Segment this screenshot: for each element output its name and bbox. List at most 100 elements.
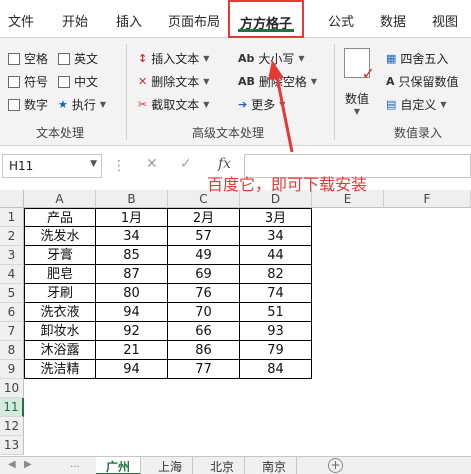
table-cell[interactable]: 洗洁精 — [24, 360, 96, 379]
column-header-f[interactable]: F — [384, 190, 471, 208]
custom-button[interactable]: ▤ 自定义 ▼ — [386, 96, 447, 113]
confirm-icon[interactable]: ✓ — [180, 156, 192, 172]
row-header-4[interactable]: 4 — [0, 265, 24, 284]
row-header-6[interactable]: 6 — [0, 303, 24, 322]
table-cell[interactable]: 34 — [240, 227, 312, 246]
table-cell[interactable]: 51 — [240, 303, 312, 322]
row-header-7[interactable]: 7 — [0, 322, 24, 341]
keep-value-icon: A — [386, 74, 395, 88]
checkbox-english[interactable]: 英文 — [58, 50, 98, 67]
table-cell[interactable]: 34 — [96, 227, 168, 246]
table-header-cell[interactable]: 2月 — [168, 208, 240, 227]
table-cell[interactable]: 92 — [96, 322, 168, 341]
tab-insert[interactable]: 插入 — [116, 11, 142, 30]
tab-data[interactable]: 数据 — [380, 11, 406, 30]
table-cell[interactable]: 77 — [168, 360, 240, 379]
table-cell[interactable]: 86 — [168, 341, 240, 360]
table-cell[interactable]: 洗衣液 — [24, 303, 96, 322]
table-cell[interactable]: 57 — [168, 227, 240, 246]
checkbox-icon[interactable] — [8, 52, 20, 65]
row-header-12[interactable]: 12 — [0, 417, 24, 436]
next-sheet-icon[interactable]: ▶ — [24, 459, 32, 470]
delete-text-button[interactable]: ✕ 删除文本 ▼ — [138, 73, 209, 90]
table-cell[interactable]: 49 — [168, 246, 240, 265]
checkbox-icon[interactable] — [58, 52, 70, 65]
sheet-tab-guangzhou[interactable]: 广州 — [96, 457, 142, 474]
table-cell[interactable]: 66 — [168, 322, 240, 341]
cancel-icon[interactable]: ✕ — [146, 156, 158, 172]
row-header-5[interactable]: 5 — [0, 284, 24, 303]
table-cell[interactable]: 84 — [240, 360, 312, 379]
row-header-3[interactable]: 3 — [0, 246, 24, 265]
table-cell[interactable]: 85 — [96, 246, 168, 265]
table-cell[interactable]: 79 — [240, 341, 312, 360]
tab-view[interactable]: 视图 — [432, 11, 458, 30]
row-header-13[interactable]: 13 — [0, 436, 24, 455]
checkbox-space[interactable]: 空格 — [8, 50, 48, 67]
table-cell[interactable]: 80 — [96, 284, 168, 303]
case-button[interactable]: Ab 大小写 ▼ — [238, 50, 305, 67]
row-header-9[interactable]: 9 — [0, 360, 24, 379]
row-header-2[interactable]: 2 — [0, 227, 24, 246]
value-button[interactable]: 数值 ▼ — [344, 48, 375, 116]
fx-icon[interactable]: fx — [218, 156, 231, 172]
tab-file[interactable]: 文件 — [8, 11, 34, 30]
tab-formulas[interactable]: 公式 — [328, 11, 354, 30]
prev-sheet-icon[interactable]: ◀ — [8, 459, 16, 470]
keep-value-button[interactable]: A 只保留数值 — [386, 73, 459, 90]
chevron-down-icon[interactable]: ▼ — [90, 159, 97, 169]
row-header-1[interactable]: 1 — [0, 208, 24, 227]
table-cell[interactable]: 牙膏 — [24, 246, 96, 265]
table-cell[interactable]: 82 — [240, 265, 312, 284]
table-cell[interactable]: 21 — [96, 341, 168, 360]
add-sheet-button[interactable]: + — [328, 458, 343, 473]
table-cell[interactable]: 肥皂 — [24, 265, 96, 284]
table-cell[interactable]: 44 — [240, 246, 312, 265]
name-box[interactable]: H11 ▼ — [2, 154, 102, 178]
extract-text-button[interactable]: ✂ 截取文本 ▼ — [138, 96, 209, 113]
row-header-10[interactable]: 10 — [0, 379, 24, 398]
sheet-tab-beijing[interactable]: 北京 — [200, 457, 246, 474]
checkbox-label: 数字 — [24, 98, 49, 112]
checkbox-number[interactable]: 数字 — [8, 96, 48, 113]
select-all-corner[interactable] — [0, 190, 24, 208]
checkbox-symbol[interactable]: 符号 — [8, 73, 48, 90]
tab-page-layout[interactable]: 页面布局 — [168, 11, 220, 30]
table-cell[interactable]: 87 — [96, 265, 168, 284]
column-header-b[interactable]: B — [96, 190, 168, 208]
table-header-cell[interactable]: 1月 — [96, 208, 168, 227]
table-cell[interactable]: 76 — [168, 284, 240, 303]
row-header-8[interactable]: 8 — [0, 341, 24, 360]
table-cell[interactable]: 沐浴露 — [24, 341, 96, 360]
table-cell[interactable]: 70 — [168, 303, 240, 322]
table-cell[interactable]: 卸妆水 — [24, 322, 96, 341]
round-button[interactable]: ▦ 四舍五入 — [386, 50, 448, 67]
checkbox-icon[interactable] — [58, 75, 70, 88]
table-cell[interactable]: 69 — [168, 265, 240, 284]
insert-text-button[interactable]: ↕ 插入文本 ▼ — [138, 50, 209, 67]
column-header-a[interactable]: A — [24, 190, 96, 208]
table-cell[interactable]: 94 — [96, 360, 168, 379]
checkbox-label: 空格 — [24, 52, 49, 66]
execute-button[interactable]: ★ 执行 ▼ — [58, 96, 106, 113]
checkbox-icon[interactable] — [8, 75, 20, 88]
row-header-11[interactable]: 11 — [0, 398, 24, 417]
checkbox-icon[interactable] — [8, 98, 20, 111]
arrow-right-icon: ➔ — [238, 97, 248, 111]
more-button[interactable]: ➔ 更多 ▼ — [238, 96, 285, 113]
remove-space-button[interactable]: AB 删除空格 ▼ — [238, 73, 317, 90]
checkbox-label: 英文 — [74, 52, 99, 66]
table-cell[interactable]: 洗发水 — [24, 227, 96, 246]
table-header-cell[interactable]: 产品 — [24, 208, 96, 227]
checkbox-chinese[interactable]: 中文 — [58, 73, 98, 90]
more-sheets-icon[interactable]: … — [70, 459, 80, 470]
tab-home[interactable]: 开始 — [62, 11, 88, 30]
table-cell[interactable]: 牙刷 — [24, 284, 96, 303]
sheet-tab-nanjing[interactable]: 南京 — [252, 457, 298, 474]
sheet-tab-shanghai[interactable]: 上海 — [148, 457, 194, 474]
table-cell[interactable]: 93 — [240, 322, 312, 341]
table-cell[interactable]: 94 — [96, 303, 168, 322]
table-cell[interactable]: 74 — [240, 284, 312, 303]
table-header-cell[interactable]: 3月 — [240, 208, 312, 227]
tab-fangfang[interactable]: 方方格子 — [228, 0, 305, 38]
